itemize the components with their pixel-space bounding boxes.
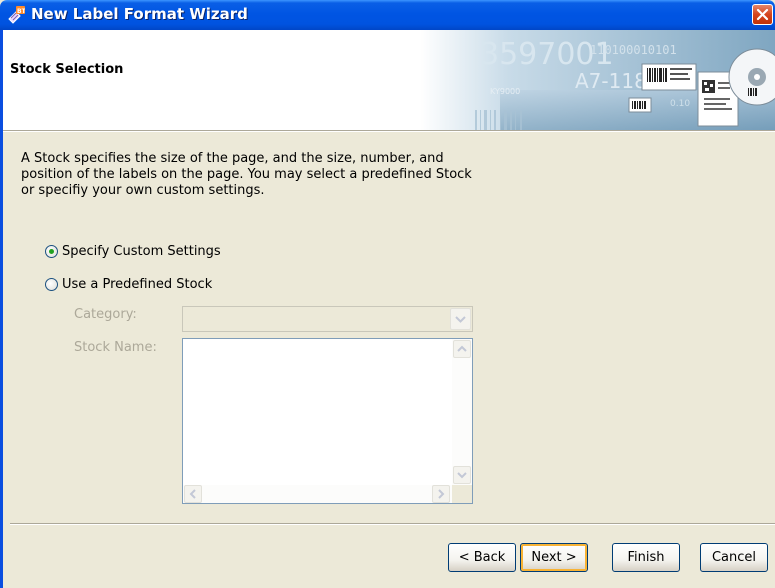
title-bar[interactable]: BT New Label Format Wizard [0, 0, 775, 30]
scroll-up-button[interactable] [453, 340, 471, 358]
close-button[interactable] [752, 4, 773, 25]
cancel-button[interactable]: Cancel [700, 543, 768, 572]
back-button[interactable]: < Back [448, 543, 516, 572]
barcode-label-image [641, 63, 697, 91]
category-label: Category: [74, 307, 137, 322]
finish-button[interactable]: Finish [612, 543, 680, 572]
specify-custom-settings-option[interactable]: Specify Custom Settings [45, 242, 221, 260]
horizontal-scrollbar[interactable] [183, 485, 452, 503]
use-predefined-stock-option[interactable]: Use a Predefined Stock [45, 275, 212, 293]
window-left-border [0, 30, 3, 588]
banner-row-digits: 0.10 [670, 99, 690, 109]
next-button[interactable]: Next > [520, 543, 588, 572]
label-collage-banner: 3597001 110100010101 A7-118 KY9000 0.10 [420, 30, 775, 130]
banner-code: A7-118 [575, 69, 647, 93]
radio-unchecked-icon[interactable] [45, 277, 58, 291]
header-divider [0, 130, 775, 132]
wizard-window: BT New Label Format Wizard Stock Selecti… [0, 0, 775, 588]
svg-text:BT: BT [17, 8, 25, 15]
bartender-app-icon: BT [8, 6, 25, 24]
chevron-up-icon [457, 345, 467, 352]
chevron-left-icon [189, 489, 196, 499]
category-dropdown[interactable] [182, 306, 473, 332]
footer-divider [10, 523, 775, 525]
scroll-right-button[interactable] [432, 485, 450, 503]
stock-description: A Stock specifies the size of the page, … [21, 151, 472, 198]
stock-name-label: Stock Name: [74, 340, 157, 355]
stock-name-list[interactable] [182, 338, 473, 504]
category-dropdown-button[interactable] [450, 308, 471, 330]
specify-custom-settings-label[interactable]: Specify Custom Settings [62, 244, 221, 259]
chevron-down-icon [457, 472, 467, 479]
radio-checked-icon[interactable] [45, 244, 58, 258]
page-title: Stock Selection [10, 62, 124, 77]
scroll-left-button[interactable] [184, 485, 202, 503]
vertical-scrollbar[interactable] [452, 339, 472, 485]
use-predefined-stock-label[interactable]: Use a Predefined Stock [62, 277, 212, 292]
chevron-right-icon [438, 489, 445, 499]
chevron-down-icon [455, 316, 466, 323]
scrollbar-corner [452, 485, 472, 503]
scroll-down-button[interactable] [453, 466, 471, 484]
banner-bg-digits: 110100010101 [590, 43, 677, 57]
small-barcode-label-image [628, 97, 652, 113]
wizard-header: Stock Selection 3597001 110100010101 A7-… [0, 30, 775, 130]
window-title: New Label Format Wizard [31, 5, 248, 23]
banner-small-text: KY9000 [490, 87, 520, 96]
close-icon [756, 8, 769, 21]
